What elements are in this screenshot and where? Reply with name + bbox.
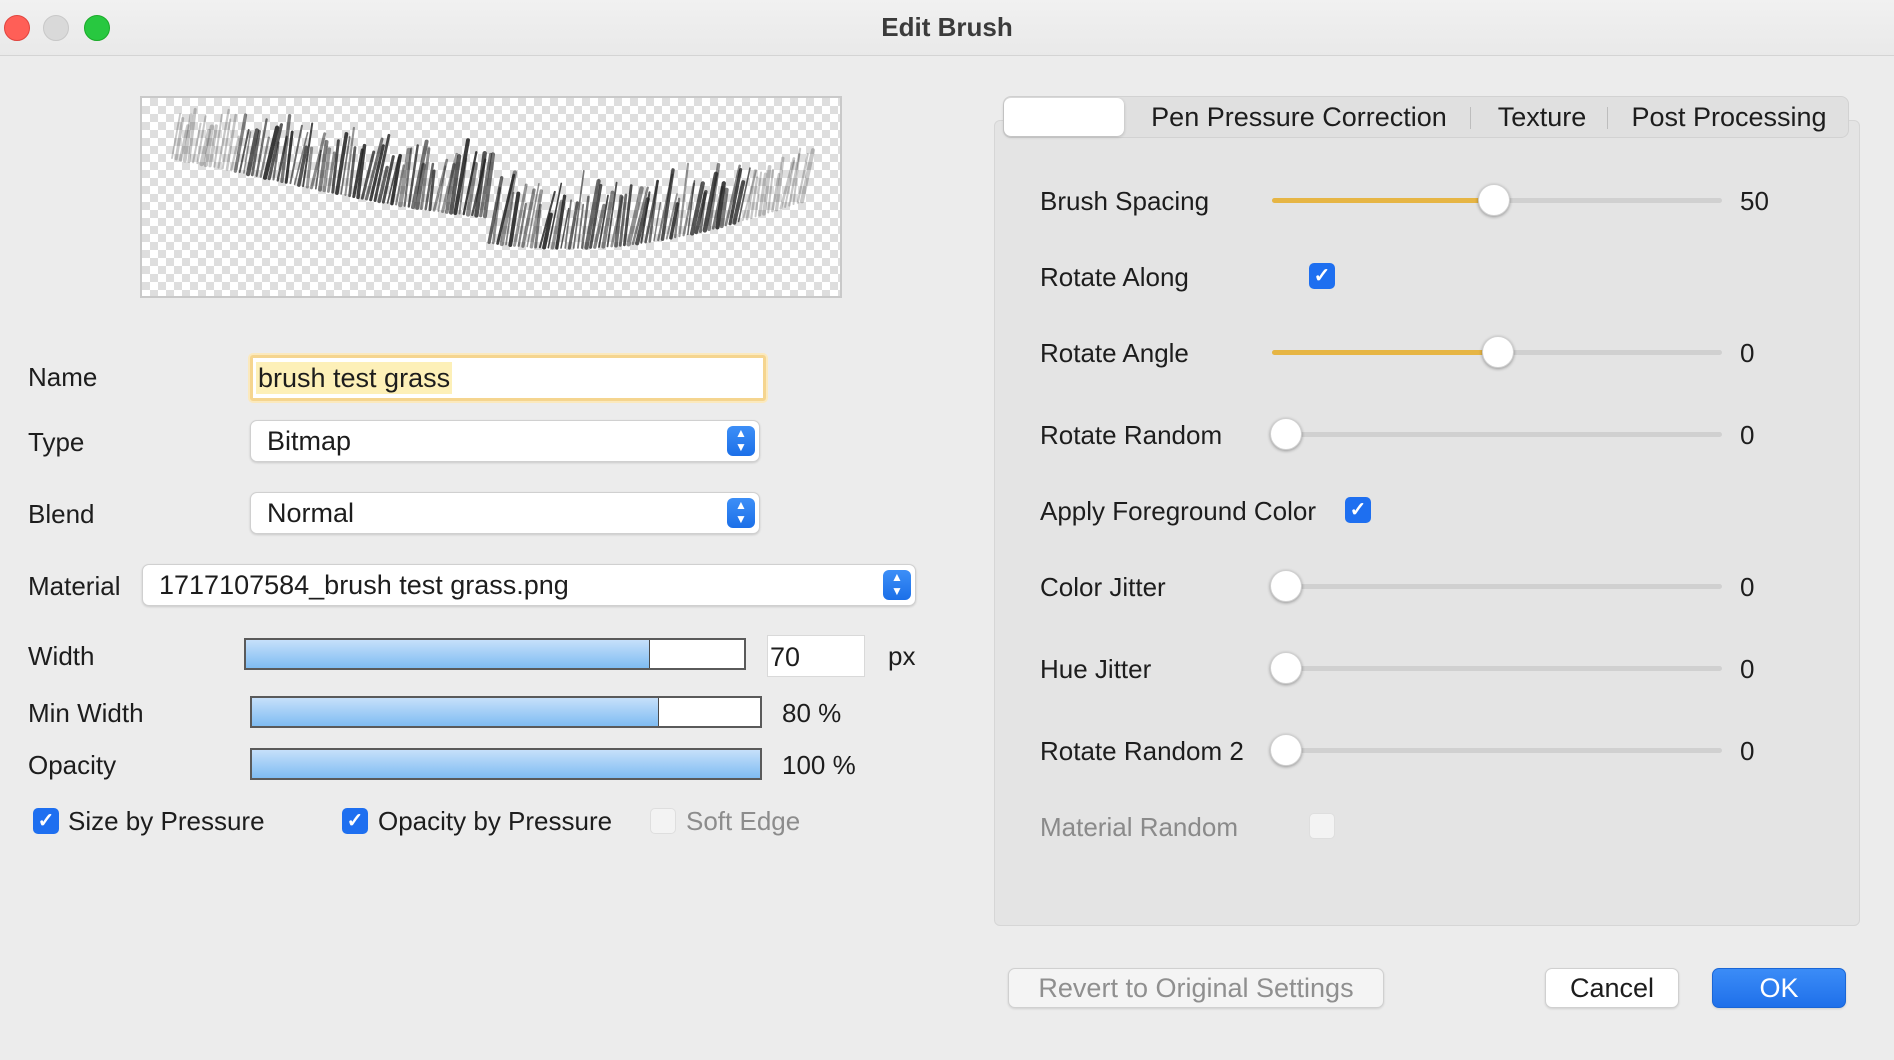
rotate-along-checkbox[interactable]: ✓: [1309, 263, 1335, 289]
brush-spacing-label: Brush Spacing: [1040, 186, 1210, 216]
name-label: Name: [28, 362, 98, 392]
opacity-label: Opacity: [28, 750, 117, 780]
type-label: Type: [28, 427, 85, 457]
ok-button[interactable]: OK: [1712, 968, 1846, 1008]
opacity-slider[interactable]: [250, 748, 762, 780]
chevron-updown-icon: ▲ ▼: [727, 498, 755, 528]
soft-edge-label: Soft Edge: [686, 806, 801, 836]
tab-texture[interactable]: Texture: [1482, 97, 1602, 137]
width-slider[interactable]: [244, 638, 746, 670]
opacity-by-pressure-checkbox[interactable]: ✓: [342, 808, 368, 834]
brush-preview: [140, 96, 842, 298]
blend-select-value: Normal: [267, 498, 355, 528]
tab-basic[interactable]: [1004, 98, 1124, 136]
blend-label: Blend: [28, 499, 95, 529]
name-input[interactable]: brush test grass: [250, 355, 766, 401]
rotate-angle-label: Rotate Angle: [1040, 338, 1189, 368]
rotate-random-slider-knob[interactable]: [1270, 418, 1302, 450]
brush-spacing-slider[interactable]: [1272, 184, 1722, 216]
material-random-checkbox[interactable]: [1309, 813, 1335, 839]
hue-jitter-slider-knob[interactable]: [1270, 652, 1302, 684]
rotate-angle-slider-knob[interactable]: [1482, 336, 1514, 368]
hue-jitter-value: 0: [1740, 654, 1755, 684]
color-jitter-slider-knob[interactable]: [1270, 570, 1302, 602]
color-jitter-slider[interactable]: [1270, 570, 1722, 602]
width-input[interactable]: 70: [767, 635, 865, 677]
min-width-value: 80 %: [782, 698, 842, 728]
rotate-random-2-slider-knob[interactable]: [1270, 734, 1302, 766]
opacity-value: 100 %: [782, 750, 856, 780]
rotate-random-2-value: 0: [1740, 736, 1755, 766]
material-select[interactable]: 1717107584_brush test grass.png ▲ ▼: [142, 564, 916, 606]
width-unit: px: [888, 641, 916, 671]
tab-bar: Pen Pressure Correction Texture Post Pro…: [1003, 96, 1849, 138]
min-width-slider-fill: [252, 698, 660, 726]
blend-select[interactable]: Normal ▲ ▼: [250, 492, 760, 534]
material-select-value: 1717107584_brush test grass.png: [159, 570, 569, 600]
min-width-label: Min Width: [28, 698, 144, 728]
rotate-random-2-slider[interactable]: [1270, 734, 1722, 766]
tab-separator: [1470, 107, 1471, 129]
brush-stroke-image: [171, 107, 816, 250]
cancel-button[interactable]: Cancel: [1545, 968, 1679, 1008]
size-by-pressure-checkbox[interactable]: ✓: [33, 808, 59, 834]
chevron-updown-icon: ▲ ▼: [727, 426, 755, 456]
brush-spacing-value: 50: [1740, 186, 1769, 216]
rotate-angle-slider-fill: [1272, 350, 1497, 355]
color-jitter-value: 0: [1740, 572, 1755, 602]
color-jitter-label: Color Jitter: [1040, 572, 1166, 602]
rotate-angle-slider[interactable]: [1272, 336, 1722, 368]
rotate-random-slider[interactable]: [1270, 418, 1722, 450]
tab-pen-pressure-correction[interactable]: Pen Pressure Correction: [1140, 97, 1458, 137]
width-slider-fill: [246, 640, 651, 668]
rotate-random-2-label: Rotate Random 2: [1040, 736, 1244, 766]
type-select[interactable]: Bitmap ▲ ▼: [250, 420, 760, 462]
size-by-pressure-label: Size by Pressure: [68, 806, 265, 836]
material-random-label: Material Random: [1040, 812, 1238, 842]
chevron-updown-icon: ▲ ▼: [883, 570, 911, 600]
brush-spacing-slider-knob[interactable]: [1477, 184, 1510, 216]
opacity-by-pressure-label: Opacity by Pressure: [378, 806, 613, 836]
rotate-angle-value: 0: [1740, 338, 1755, 368]
grass-blade: [225, 113, 237, 171]
brush-spacing-slider-fill: [1272, 198, 1493, 203]
apply-foreground-color-label: Apply Foreground Color: [1040, 496, 1317, 526]
type-select-value: Bitmap: [267, 426, 352, 456]
width-label: Width: [28, 641, 95, 671]
rotate-random-value: 0: [1740, 420, 1755, 450]
tab-separator: [1607, 107, 1608, 129]
opacity-slider-fill: [252, 750, 760, 778]
tab-post-processing[interactable]: Post Processing: [1616, 97, 1842, 137]
title-bar: Edit Brush: [0, 0, 1894, 56]
apply-foreground-color-checkbox[interactable]: ✓: [1345, 497, 1371, 523]
width-input-value: 70: [770, 642, 801, 672]
hue-jitter-slider[interactable]: [1270, 652, 1722, 684]
revert-button[interactable]: Revert to Original Settings: [1008, 968, 1384, 1008]
window-title: Edit Brush: [881, 12, 1013, 42]
soft-edge-checkbox[interactable]: [650, 808, 676, 834]
name-input-value: brush test grass: [256, 362, 453, 394]
material-label: Material: [28, 571, 121, 601]
hue-jitter-label: Hue Jitter: [1040, 654, 1152, 684]
rotate-along-label: Rotate Along: [1040, 262, 1189, 292]
min-width-slider[interactable]: [250, 696, 762, 728]
rotate-random-label: Rotate Random: [1040, 420, 1223, 450]
